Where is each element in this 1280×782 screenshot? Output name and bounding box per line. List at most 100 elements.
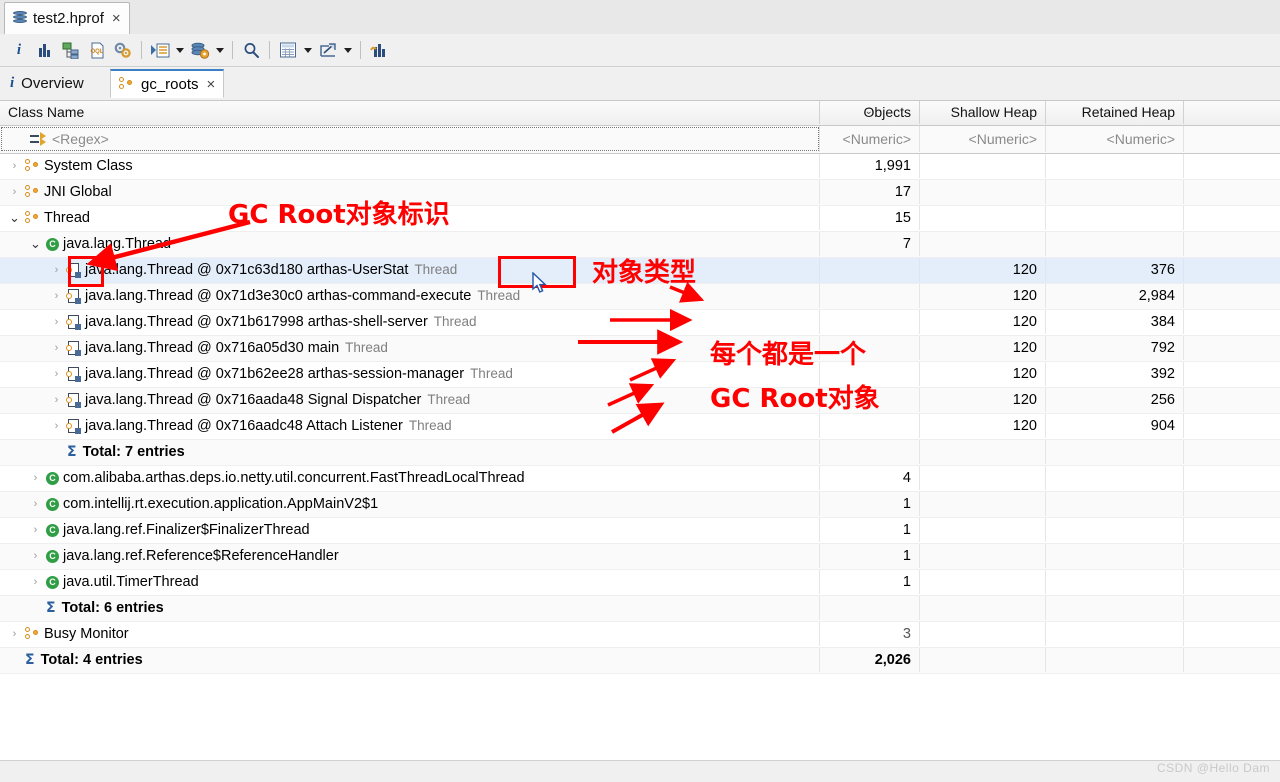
close-icon[interactable]: ×	[207, 76, 216, 93]
cell-shallow-heap	[920, 570, 1046, 594]
table-row[interactable]: ⌄ Cjava.lang.Thread 7	[0, 232, 1280, 258]
search-icon[interactable]	[238, 38, 264, 62]
column-header-objects[interactable]: ⌄ Objects	[820, 101, 920, 124]
table-row[interactable]: › Busy Monitor 3	[0, 622, 1280, 648]
cell-filler	[1184, 284, 1280, 308]
expand-arrow-icon[interactable]: ›	[50, 388, 63, 412]
export-dropdown[interactable]	[341, 38, 355, 62]
table-row[interactable]: › Cjava.lang.ref.Reference$ReferenceHandl…	[0, 544, 1280, 570]
cell-class-name: › Cjava.util.TimerThread	[0, 570, 820, 594]
expand-arrow-icon[interactable]: ›	[29, 492, 42, 516]
cell-retained-heap: 256	[1046, 388, 1184, 412]
cell-label: java.lang.Thread @ 0x716aadc48 Attach Li…	[85, 418, 403, 434]
cell-objects	[820, 362, 920, 386]
svg-text:OQL: OQL	[90, 49, 103, 55]
open-query-browser-icon[interactable]	[187, 38, 213, 62]
expand-arrow-icon[interactable]: ›	[29, 544, 42, 568]
sort-ascending-icon: ⌄	[864, 106, 873, 117]
expand-arrow-icon[interactable]: ›	[50, 362, 63, 386]
table-row[interactable]: › Ccom.intellij.rt.execution.application.…	[0, 492, 1280, 518]
table-row[interactable]: › java.lang.Thread @ 0x716aadc48 Attach L…	[0, 414, 1280, 440]
cell-shallow-heap: 120	[920, 388, 1046, 412]
compare-icon[interactable]	[366, 38, 392, 62]
collapse-arrow-icon[interactable]: ⌄	[8, 206, 21, 230]
expand-arrow-icon[interactable]: ›	[29, 570, 42, 594]
cell-filler	[1184, 206, 1280, 230]
object-instance-icon	[66, 314, 81, 330]
oql-icon[interactable]: OQL	[84, 38, 110, 62]
cell-filler	[1184, 414, 1280, 438]
run-expert-query-icon[interactable]	[147, 38, 173, 62]
expand-arrow-icon[interactable]: ›	[50, 258, 63, 282]
expand-arrow-icon[interactable]: ›	[50, 284, 63, 308]
column-header-shallow-heap[interactable]: Shallow Heap	[920, 101, 1046, 124]
table-row[interactable]: › Cjava.lang.ref.Finalizer$FinalizerThrea…	[0, 518, 1280, 544]
open-query-browser-dropdown[interactable]	[213, 38, 227, 62]
calculator-dropdown[interactable]	[301, 38, 315, 62]
cell-shallow-heap: 120	[920, 336, 1046, 360]
table-row[interactable]: › java.lang.Thread @ 0x71d3e30c0 arthas-c…	[0, 284, 1280, 310]
expand-arrow-icon[interactable]: ›	[29, 466, 42, 490]
cell-shallow-heap	[920, 206, 1046, 230]
expand-arrow-icon[interactable]: ›	[50, 336, 63, 360]
cell-class-name: › java.lang.Thread @ 0x71b62ee28 arthas-s…	[0, 362, 820, 386]
table-row[interactable]: › java.lang.Thread @ 0x71b617998 arthas-s…	[0, 310, 1280, 336]
cell-objects: 1	[820, 518, 920, 542]
filter-objects[interactable]: <Numeric>	[820, 126, 920, 152]
regex-filter-icon	[30, 132, 46, 146]
cell-label: com.alibaba.arthas.deps.io.netty.util.co…	[63, 470, 525, 486]
table-row[interactable]: › System Class 1,991	[0, 154, 1280, 180]
run-expert-query-dropdown[interactable]	[173, 38, 187, 62]
cell-shallow-heap	[920, 596, 1046, 620]
expand-arrow-icon[interactable]: ›	[29, 518, 42, 542]
expand-arrow-icon[interactable]: ›	[8, 154, 21, 178]
cell-label: Total: 7 entries	[82, 444, 185, 460]
column-header-retained-heap[interactable]: Retained Heap	[1046, 101, 1184, 124]
tab-overview[interactable]: i Overview	[2, 69, 92, 98]
cell-shallow-heap	[920, 518, 1046, 542]
expand-arrow-icon[interactable]: ›	[50, 414, 63, 438]
table-row[interactable]: Σ Total: 4 entries 2,026	[0, 648, 1280, 674]
cell-filler	[1184, 622, 1280, 646]
cell-class-name: Σ Total: 7 entries	[0, 440, 820, 464]
filter-class-name[interactable]: <Regex>	[0, 126, 820, 152]
filter-shallow-heap[interactable]: <Numeric>	[920, 126, 1046, 152]
cell-class-name: › JNI Global	[0, 180, 820, 204]
cell-label: JNI Global	[44, 184, 112, 200]
cell-objects	[820, 284, 920, 308]
table-row[interactable]: › JNI Global 17	[0, 180, 1280, 206]
filter-retained-heap[interactable]: <Numeric>	[1046, 126, 1184, 152]
separator-2	[232, 41, 233, 59]
cell-class-name: › java.lang.Thread @ 0x71c63d180 arthas-U…	[0, 258, 820, 282]
info-icon[interactable]: i	[6, 38, 32, 62]
cell-class-name: › Ccom.intellij.rt.execution.application.…	[0, 492, 820, 516]
tab-gc-roots[interactable]: gc_roots ×	[110, 69, 225, 98]
close-icon[interactable]: ×	[112, 10, 121, 27]
table-row[interactable]: › Ccom.alibaba.arthas.deps.io.netty.util.…	[0, 466, 1280, 492]
table-row[interactable]: ⌄ Thread 15	[0, 206, 1280, 232]
class-icon: C	[46, 497, 59, 511]
table-row[interactable]: Σ Total: 7 entries	[0, 440, 1280, 466]
collapse-arrow-icon[interactable]: ⌄	[29, 232, 42, 256]
expand-arrow-icon[interactable]: ›	[50, 310, 63, 334]
export-icon[interactable]	[315, 38, 341, 62]
file-tab-test2-hprof[interactable]: test2.hprof ×	[4, 2, 130, 34]
table-row[interactable]: Σ Total: 6 entries	[0, 596, 1280, 622]
table-row[interactable]: › java.lang.Thread @ 0x716a05d30 main Thre…	[0, 336, 1280, 362]
table-row[interactable]: › java.lang.Thread @ 0x716aada48 Signal D…	[0, 388, 1280, 414]
calculator-icon[interactable]	[275, 38, 301, 62]
cell-shallow-heap	[920, 154, 1046, 178]
view-tab-bar: i Overview gc_roots ×	[0, 67, 1280, 100]
histogram-icon[interactable]	[32, 38, 58, 62]
cell-retained-heap	[1046, 570, 1184, 594]
column-header-class-name[interactable]: Class Name	[0, 101, 820, 124]
dominator-tree-icon[interactable]	[58, 38, 84, 62]
table-row[interactable]: › Cjava.util.TimerThread 1	[0, 570, 1280, 596]
expand-arrow-icon[interactable]: ›	[8, 180, 21, 204]
cell-filler	[1184, 232, 1280, 256]
expand-arrow-icon[interactable]: ›	[8, 622, 21, 646]
inspections-icon[interactable]	[110, 38, 136, 62]
table-row[interactable]: › java.lang.Thread @ 0x71b62ee28 arthas-s…	[0, 362, 1280, 388]
table-row[interactable]: › java.lang.Thread @ 0x71c63d180 arthas-U…	[0, 258, 1280, 284]
separator-4	[360, 41, 361, 59]
